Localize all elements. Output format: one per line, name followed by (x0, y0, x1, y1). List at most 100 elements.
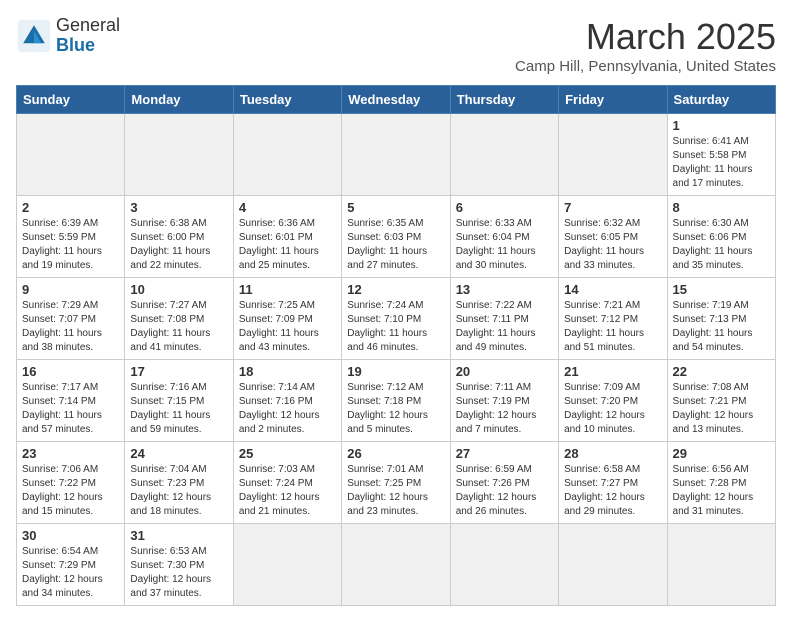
day-info: Sunrise: 7:01 AM Sunset: 7:25 PM Dayligh… (347, 463, 444, 519)
calendar-day-cell: 27Sunrise: 6:59 AM Sunset: 7:26 PM Dayli… (450, 442, 558, 524)
day-info: Sunrise: 6:41 AM Sunset: 5:58 PM Dayligh… (673, 135, 770, 191)
day-number: 11 (239, 282, 336, 297)
day-number: 18 (239, 364, 336, 379)
day-info: Sunrise: 7:04 AM Sunset: 7:23 PM Dayligh… (130, 463, 227, 519)
day-info: Sunrise: 6:30 AM Sunset: 6:06 PM Dayligh… (673, 217, 770, 273)
day-info: Sunrise: 6:59 AM Sunset: 7:26 PM Dayligh… (456, 463, 553, 519)
weekday-header: Thursday (450, 86, 558, 114)
day-number: 8 (673, 200, 770, 215)
day-number: 15 (673, 282, 770, 297)
weekday-header: Friday (559, 86, 667, 114)
calendar-week-row: 30 Sunrise: 6:54 AM Sunset: 7:29 PM Dayli… (17, 524, 776, 606)
calendar-day-cell: 26 Sunrise: 7:01 AM Sunset: 7:25 PM Dayli… (342, 442, 450, 524)
calendar-day-cell: 20Sunrise: 7:11 AM Sunset: 7:19 PM Dayli… (450, 360, 558, 442)
day-number: 23 (22, 446, 119, 461)
day-number: 4 (239, 200, 336, 215)
day-number: 3 (130, 200, 227, 215)
calendar-day-cell: 15 Sunrise: 7:19 AM Sunset: 7:13 PM Dayli… (667, 278, 775, 360)
day-number: 26 (347, 446, 444, 461)
day-info: Sunrise: 6:38 AM Sunset: 6:00 PM Dayligh… (130, 217, 227, 273)
calendar-day-cell: 22Sunrise: 7:08 AM Sunset: 7:21 PM Dayli… (667, 360, 775, 442)
calendar-day-cell: 12 Sunrise: 7:24 AM Sunset: 7:10 PM Dayli… (342, 278, 450, 360)
logo-icon (16, 18, 52, 54)
day-number: 28 (564, 446, 661, 461)
calendar-week-row: 9Sunrise: 7:29 AM Sunset: 7:07 PM Daylig… (17, 278, 776, 360)
day-number: 14 (564, 282, 661, 297)
day-info: Sunrise: 7:21 AM Sunset: 7:12 PM Dayligh… (564, 299, 661, 355)
calendar-day-cell: 14 Sunrise: 7:21 AM Sunset: 7:12 PM Dayli… (559, 278, 667, 360)
calendar-day-cell: 25Sunrise: 7:03 AM Sunset: 7:24 PM Dayli… (233, 442, 341, 524)
calendar-day-cell (667, 524, 775, 606)
calendar-day-cell: 24Sunrise: 7:04 AM Sunset: 7:23 PM Dayli… (125, 442, 233, 524)
calendar-day-cell: 5 Sunrise: 6:35 AM Sunset: 6:03 PM Daylig… (342, 196, 450, 278)
day-info: Sunrise: 7:19 AM Sunset: 7:13 PM Dayligh… (673, 299, 770, 355)
day-number: 5 (347, 200, 444, 215)
calendar-day-cell: 23 Sunrise: 7:06 AM Sunset: 7:22 PM Dayli… (17, 442, 125, 524)
day-number: 12 (347, 282, 444, 297)
day-number: 16 (22, 364, 119, 379)
calendar-day-cell (342, 524, 450, 606)
day-info: Sunrise: 6:32 AM Sunset: 6:05 PM Dayligh… (564, 217, 661, 273)
calendar-day-cell (559, 524, 667, 606)
location: Camp Hill, Pennsylvania, United States (515, 58, 776, 75)
calendar-day-cell: 9Sunrise: 7:29 AM Sunset: 7:07 PM Daylig… (17, 278, 125, 360)
calendar-day-cell: 28Sunrise: 6:58 AM Sunset: 7:27 PM Dayli… (559, 442, 667, 524)
month-title: March 2025 (515, 16, 776, 58)
day-number: 2 (22, 200, 119, 215)
calendar-day-cell: 1 Sunrise: 6:41 AM Sunset: 5:58 PM Daylig… (667, 114, 775, 196)
day-number: 29 (673, 446, 770, 461)
day-info: Sunrise: 7:16 AM Sunset: 7:15 PM Dayligh… (130, 381, 227, 437)
weekday-header: Sunday (17, 86, 125, 114)
day-number: 30 (22, 528, 119, 543)
calendar-week-row: 2 Sunrise: 6:39 AM Sunset: 5:59 PM Daylig… (17, 196, 776, 278)
calendar-day-cell (342, 114, 450, 196)
day-number: 10 (130, 282, 227, 297)
day-info: Sunrise: 7:22 AM Sunset: 7:11 PM Dayligh… (456, 299, 553, 355)
calendar-day-cell: 4Sunrise: 6:36 AM Sunset: 6:01 PM Daylig… (233, 196, 341, 278)
title-area: March 2025 Camp Hill, Pennsylvania, Unit… (515, 16, 776, 75)
day-info: Sunrise: 7:25 AM Sunset: 7:09 PM Dayligh… (239, 299, 336, 355)
calendar-day-cell (559, 114, 667, 196)
day-number: 17 (130, 364, 227, 379)
calendar-day-cell: 13Sunrise: 7:22 AM Sunset: 7:11 PM Dayli… (450, 278, 558, 360)
calendar-day-cell: 8 Sunrise: 6:30 AM Sunset: 6:06 PM Daylig… (667, 196, 775, 278)
calendar-day-cell: 10Sunrise: 7:27 AM Sunset: 7:08 PM Dayli… (125, 278, 233, 360)
day-number: 31 (130, 528, 227, 543)
day-info: Sunrise: 7:06 AM Sunset: 7:22 PM Dayligh… (22, 463, 119, 519)
day-info: Sunrise: 7:08 AM Sunset: 7:21 PM Dayligh… (673, 381, 770, 437)
day-number: 1 (673, 118, 770, 133)
calendar-week-row: 23 Sunrise: 7:06 AM Sunset: 7:22 PM Dayli… (17, 442, 776, 524)
calendar-day-cell (233, 114, 341, 196)
calendar-day-cell: 16 Sunrise: 7:17 AM Sunset: 7:14 PM Dayli… (17, 360, 125, 442)
calendar-day-cell: 29 Sunrise: 6:56 AM Sunset: 7:28 PM Dayli… (667, 442, 775, 524)
day-info: Sunrise: 7:12 AM Sunset: 7:18 PM Dayligh… (347, 381, 444, 437)
calendar-day-cell: 18Sunrise: 7:14 AM Sunset: 7:16 PM Dayli… (233, 360, 341, 442)
day-info: Sunrise: 6:54 AM Sunset: 7:29 PM Dayligh… (22, 545, 119, 601)
calendar-day-cell: 19Sunrise: 7:12 AM Sunset: 7:18 PM Dayli… (342, 360, 450, 442)
day-info: Sunrise: 7:29 AM Sunset: 7:07 PM Dayligh… (22, 299, 119, 355)
calendar-header-row: SundayMondayTuesdayWednesdayThursdayFrid… (17, 86, 776, 114)
calendar-table: SundayMondayTuesdayWednesdayThursdayFrid… (16, 85, 776, 606)
weekday-header: Monday (125, 86, 233, 114)
calendar-day-cell: 6Sunrise: 6:33 AM Sunset: 6:04 PM Daylig… (450, 196, 558, 278)
day-info: Sunrise: 6:56 AM Sunset: 7:28 PM Dayligh… (673, 463, 770, 519)
day-number: 20 (456, 364, 553, 379)
day-info: Sunrise: 6:39 AM Sunset: 5:59 PM Dayligh… (22, 217, 119, 273)
logo-text: General Blue (56, 16, 120, 56)
calendar-day-cell: 30 Sunrise: 6:54 AM Sunset: 7:29 PM Dayli… (17, 524, 125, 606)
weekday-header: Tuesday (233, 86, 341, 114)
calendar-day-cell (17, 114, 125, 196)
calendar-day-cell (450, 524, 558, 606)
weekday-header: Wednesday (342, 86, 450, 114)
calendar-day-cell (450, 114, 558, 196)
calendar-day-cell: 7 Sunrise: 6:32 AM Sunset: 6:05 PM Daylig… (559, 196, 667, 278)
calendar-day-cell: 17 Sunrise: 7:16 AM Sunset: 7:15 PM Dayli… (125, 360, 233, 442)
day-info: Sunrise: 7:09 AM Sunset: 7:20 PM Dayligh… (564, 381, 661, 437)
calendar-week-row: 16 Sunrise: 7:17 AM Sunset: 7:14 PM Dayli… (17, 360, 776, 442)
day-number: 7 (564, 200, 661, 215)
calendar-day-cell (125, 114, 233, 196)
calendar-day-cell: 31Sunrise: 6:53 AM Sunset: 7:30 PM Dayli… (125, 524, 233, 606)
day-info: Sunrise: 7:24 AM Sunset: 7:10 PM Dayligh… (347, 299, 444, 355)
day-info: Sunrise: 7:17 AM Sunset: 7:14 PM Dayligh… (22, 381, 119, 437)
day-info: Sunrise: 6:35 AM Sunset: 6:03 PM Dayligh… (347, 217, 444, 273)
